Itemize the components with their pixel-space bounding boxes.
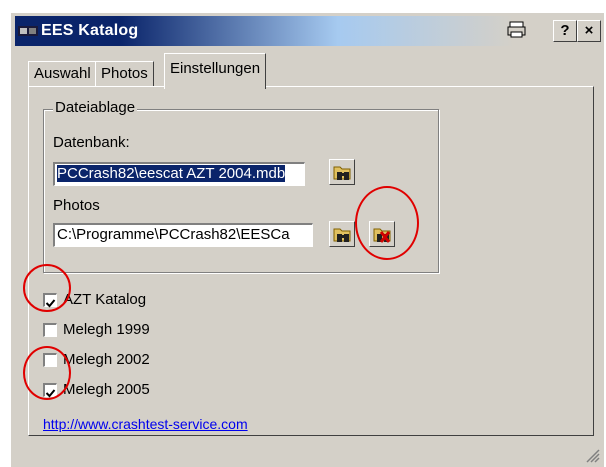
print-button[interactable] [505, 20, 529, 42]
close-button[interactable]: × [577, 20, 601, 42]
checkmark-icon [45, 389, 56, 398]
folder-binoculars-icon [333, 166, 351, 180]
website-link[interactable]: http://www.crashtest-service.com [43, 416, 248, 432]
checkmark-icon [45, 299, 56, 308]
tab-photos[interactable]: Photos [95, 61, 154, 87]
browse-database-button[interactable] [329, 159, 355, 185]
tab-einstellungen[interactable]: Einstellungen [164, 53, 267, 89]
azt-checkbox[interactable] [43, 293, 57, 308]
resize-grip-icon[interactable] [586, 449, 600, 463]
photos-label: Photos [53, 197, 100, 214]
melegh-2005-label: Melegh 2005 [63, 381, 150, 398]
print-icon [507, 21, 526, 38]
database-path-value: PCCrash82\eescat AZT 2004.mdb [57, 165, 286, 182]
title-bar[interactable]: EES Katalog ? × [15, 16, 602, 46]
help-button[interactable]: ? [553, 20, 577, 42]
delete-photos-path-button[interactable] [369, 221, 395, 247]
folder-binoculars-icon [333, 228, 351, 242]
window-title: EES Katalog [41, 22, 139, 39]
azt-label: AZT Katalog [63, 291, 147, 308]
melegh-2002-label: Melegh 2002 [63, 351, 150, 368]
database-label: Datenbank: [53, 134, 130, 151]
melegh-1999-label: Melegh 1999 [63, 321, 150, 338]
group-title: Dateiablage [53, 99, 138, 116]
photos-path-field[interactable]: C:\Programme\PCCrash82\EESCa [53, 223, 313, 247]
settings-panel: Dateiablage Datenbank: PCCrash82\eescat … [28, 86, 594, 436]
folder-delete-icon [373, 228, 391, 243]
ees-katalog-window: EES Katalog ? × Auswahl Photos Einstellu… [10, 12, 604, 467]
app-icon [18, 26, 38, 36]
melegh-2002-checkbox[interactable] [43, 353, 57, 367]
melegh-2005-checkbox[interactable] [43, 383, 57, 398]
tab-auswahl[interactable]: Auswahl [28, 61, 97, 87]
melegh-1999-checkbox[interactable] [43, 323, 57, 337]
browse-photos-button[interactable] [329, 221, 355, 247]
database-path-field[interactable]: PCCrash82\eescat AZT 2004.mdb [53, 162, 305, 186]
